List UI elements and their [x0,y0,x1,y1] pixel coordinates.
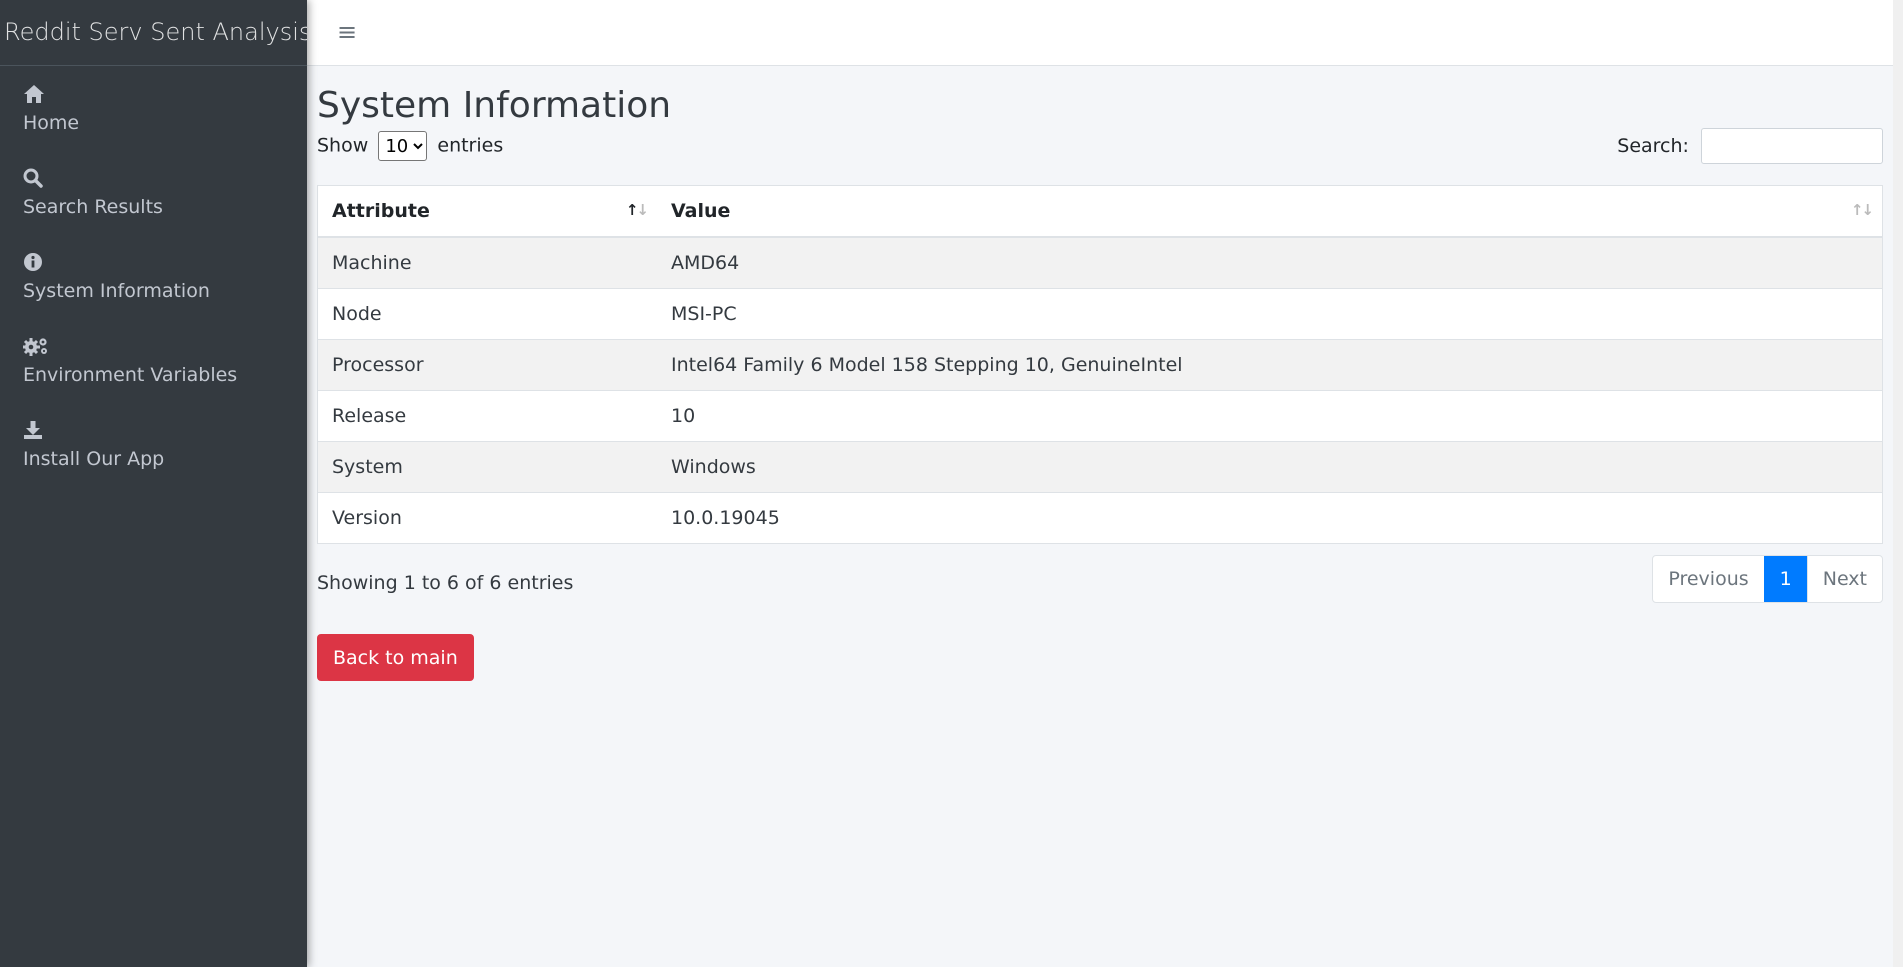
search-icon [23,168,307,194]
sidebar-item-label: Install Our App [23,448,165,470]
gears-icon [23,336,307,362]
brand-title[interactable]: Reddit Serv Sent Analysis [0,0,307,66]
entries-length-control: Show 10 entries [317,131,503,161]
sidebar-item-install-our-app[interactable]: Install Our App [0,420,307,500]
entries-per-page-select[interactable]: 10 [378,131,428,161]
window-scrollbar[interactable] [1893,0,1903,967]
sidebar-item-label: Home [23,112,80,134]
cell-value: 10.0.19045 [657,492,1883,544]
length-prefix: Show [317,134,369,157]
table-row: System Windows [317,441,1883,493]
cell-value: MSI-PC [657,288,1883,340]
table-info-text: Showing 1 to 6 of 6 entries [317,572,574,594]
sidebar-item-home[interactable]: Home [0,84,307,164]
back-to-main-button[interactable]: Back to main [317,634,474,681]
cell-attribute: Machine [317,236,657,289]
search-input[interactable] [1701,128,1883,164]
sidebar-item-label: System Information [23,280,210,302]
pagination-previous-button[interactable]: Previous [1653,556,1763,602]
sidebar-item-search-results[interactable]: Search Results [0,168,307,248]
pagination: Previous 1 Next [1652,555,1883,603]
pagination-next-button[interactable]: Next [1806,556,1882,602]
column-header-value[interactable]: Value ↑↓ [657,185,1883,238]
sidebar: Reddit Serv Sent Analysis Home Search Re… [0,0,307,967]
pagination-page-1-button[interactable]: 1 [1763,556,1807,602]
cell-attribute: Version [317,492,657,544]
sidebar-item-system-information[interactable]: System Information [0,252,307,332]
cell-value: Intel64 Family 6 Model 158 Stepping 10, … [657,339,1883,391]
cell-attribute: System [317,441,657,493]
top-navbar: ≡ [307,0,1893,66]
table-row: Processor Intel64 Family 6 Model 158 Ste… [317,339,1883,391]
system-info-table: Attribute ↑↓ Value ↑↓ Machine AMD64 Node… [317,185,1883,544]
sidebar-item-environment-variables[interactable]: Environment Variables [0,336,307,416]
table-header-row: Attribute ↑↓ Value ↑↓ [317,185,1883,238]
search-label: Search: [1617,135,1689,157]
cell-attribute: Release [317,390,657,442]
column-header-label: Attribute [332,200,430,222]
table-search-control: Search: [1617,128,1883,164]
table-row: Node MSI-PC [317,288,1883,340]
sidebar-item-label: Search Results [23,196,163,218]
length-suffix: entries [437,134,504,157]
home-icon [23,84,307,110]
sort-ascending-icon: ↑↓ [625,201,649,219]
cell-attribute: Processor [317,339,657,391]
cell-value: 10 [657,390,1883,442]
table-row: Machine AMD64 [317,236,1883,289]
column-header-label: Value [671,200,731,222]
hamburger-menu-icon[interactable]: ≡ [337,18,357,46]
sidebar-item-label: Environment Variables [23,364,238,386]
cell-value: Windows [657,441,1883,493]
page-title: System Information [317,85,672,126]
info-icon [23,252,307,278]
cell-value: AMD64 [657,236,1883,289]
table-row: Version 10.0.19045 [317,492,1883,544]
sidebar-nav: Home Search Results System Information E… [0,66,307,500]
sort-icon: ↑↓ [1850,201,1874,219]
column-header-attribute[interactable]: Attribute ↑↓ [317,185,657,238]
table-row: Release 10 [317,390,1883,442]
cell-attribute: Node [317,288,657,340]
download-icon [23,420,307,446]
